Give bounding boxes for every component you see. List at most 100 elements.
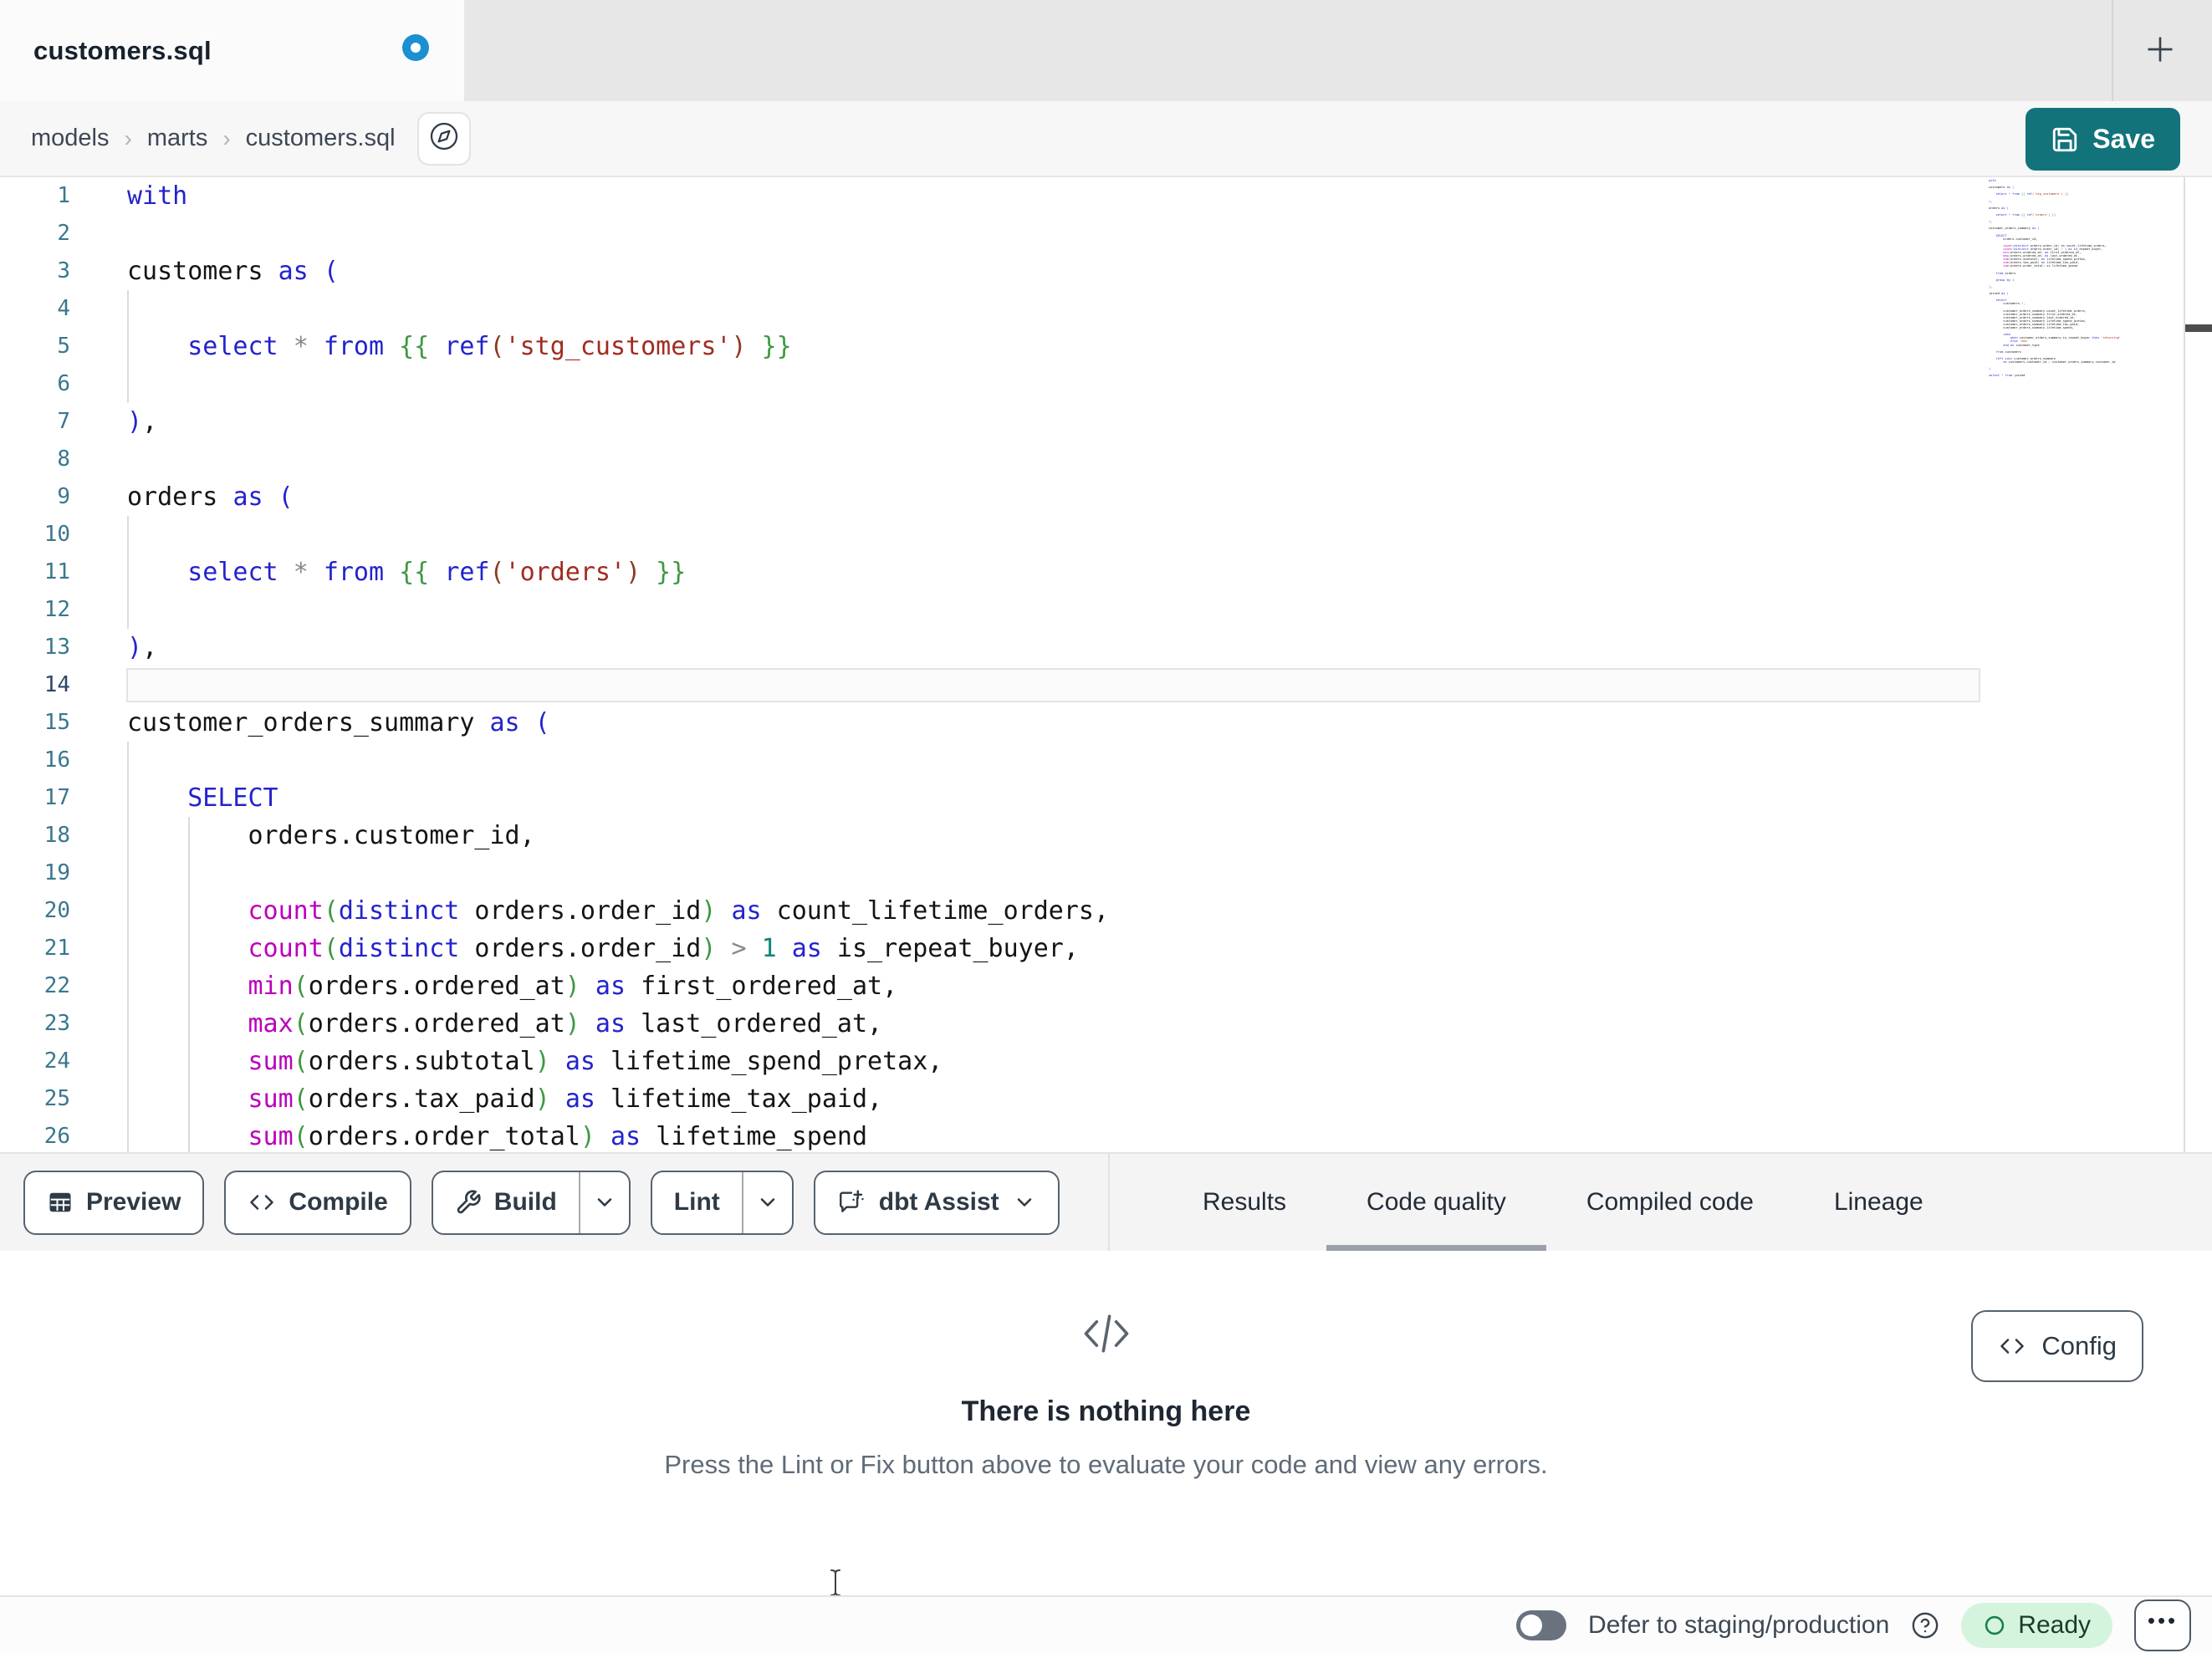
tab-code-quality[interactable]: Code quality — [1326, 1154, 1546, 1251]
line-number: 18 — [43, 823, 70, 848]
code-line-14[interactable]: 14 — [0, 666, 1989, 704]
scrollbar-cursor-marker[interactable] — [2185, 324, 2212, 332]
code-line-17[interactable]: 17 SELECT — [0, 779, 1989, 817]
code-line-content: sum(orders.tax_paid) as lifetime_tax_pai… — [248, 1084, 883, 1114]
compass-icon — [429, 121, 459, 156]
empty-state: There is nothing here Press the Lint or … — [0, 1251, 2212, 1595]
code-line-content: count(distinct orders.order_id) as count… — [248, 896, 1110, 926]
config-button[interactable]: Config — [1971, 1310, 2143, 1382]
code-line-5[interactable]: 5 select * from {{ ref('stg_customers') … — [0, 328, 1989, 365]
code-line-11[interactable]: 11 select * from {{ ref('orders') }} — [0, 554, 1989, 591]
build-button-main[interactable]: Build — [433, 1172, 579, 1233]
code-line-10[interactable]: 10 — [0, 516, 1989, 554]
status-badge-ready: Ready — [1961, 1602, 2112, 1648]
code-line-2[interactable]: 2 — [0, 215, 1989, 253]
line-number: 2 — [57, 221, 70, 246]
breadcrumb-item-file[interactable]: customers.sql — [246, 125, 396, 152]
assist-chat-sparkle-icon — [837, 1188, 866, 1217]
dbt-assist-button-label: dbt Assist — [878, 1188, 999, 1216]
breadcrumb: models › marts › customers.sql Save — [0, 101, 2212, 177]
code-line-content: select * from {{ ref('stg_customers') }} — [187, 332, 792, 361]
code-line-content — [84, 290, 127, 328]
indent-guide — [127, 516, 129, 629]
code-line-4[interactable]: 4 — [0, 290, 1989, 328]
code-line-21[interactable]: 21 count(distinct orders.order_id) > 1 a… — [0, 930, 1989, 967]
tab-results[interactable]: Results — [1162, 1154, 1326, 1251]
code-line-content: orders as ( — [127, 482, 294, 512]
unsaved-changes-dot-icon — [402, 34, 429, 61]
code-line-content — [84, 666, 127, 704]
preview-button-label: Preview — [86, 1188, 181, 1216]
code-line-12[interactable]: 12 — [0, 591, 1989, 629]
tab-title: customers.sql — [33, 35, 212, 65]
code-line-18[interactable]: 18 orders.customer_id, — [0, 817, 1989, 855]
code-line-19[interactable]: 19 — [0, 855, 1989, 892]
code-line-9[interactable]: 9 orders as ( — [0, 478, 1989, 516]
minimap[interactable]: with customers as ( select * from {{ ref(… — [1989, 179, 2181, 377]
code-line-content: ), — [127, 633, 158, 662]
code-line-6[interactable]: 6 — [0, 365, 1989, 403]
line-number: 16 — [43, 747, 70, 773]
code-line-3[interactable]: 3 customers as ( — [0, 253, 1989, 290]
defer-toggle[interactable] — [1516, 1610, 1567, 1640]
line-number: 11 — [43, 559, 70, 584]
editor-tab-bar: customers.sql — [0, 0, 2212, 101]
minimap-border — [2184, 177, 2185, 1152]
code-line-content: max(orders.ordered_at) as last_ordered_a… — [248, 1009, 883, 1038]
code-line-25[interactable]: 25 sum(orders.tax_paid) as lifetime_tax_… — [0, 1080, 1989, 1118]
dbt-assist-button[interactable]: dbt Assist — [813, 1170, 1060, 1235]
button-split-divider — [578, 1171, 580, 1233]
indent-guide — [127, 290, 129, 403]
breadcrumb-item-models[interactable]: models — [31, 125, 110, 152]
code-line-16[interactable]: 16 — [0, 742, 1989, 779]
breadcrumb-separator: › — [124, 125, 132, 151]
ellipsis-icon: ••• — [2147, 1608, 2179, 1633]
compile-button[interactable]: Compile — [224, 1170, 411, 1235]
code-line-content: with — [127, 181, 188, 211]
code-slash-icon — [0, 1308, 2212, 1364]
lint-dropdown-button[interactable] — [743, 1172, 792, 1233]
lint-button-main[interactable]: Lint — [652, 1172, 742, 1233]
code-line-7[interactable]: 7), — [0, 403, 1989, 441]
lint-button: Lint — [650, 1170, 794, 1235]
line-number: 15 — [43, 710, 70, 735]
line-number: 4 — [57, 296, 70, 321]
code-line-24[interactable]: 24 sum(orders.subtotal) as lifetime_spen… — [0, 1043, 1989, 1080]
code-editor[interactable]: 1 with 2 3 customers as ( 4 5 select * from {{… — [0, 177, 2212, 1152]
code-line-23[interactable]: 23 max(orders.ordered_at) as last_ordere… — [0, 1005, 1989, 1043]
code-line-content — [84, 742, 127, 779]
preview-button[interactable]: Preview — [23, 1170, 205, 1235]
tab-compiled-code[interactable]: Compiled code — [1546, 1154, 1794, 1251]
code-line-content: sum(orders.order_total) as lifetime_spen… — [248, 1122, 868, 1151]
code-line-content: min(orders.ordered_at) as first_ordered_… — [248, 972, 898, 1001]
code-line-26[interactable]: 26 sum(orders.order_total) as lifetime_s… — [0, 1118, 1989, 1152]
save-button[interactable]: Save — [2026, 108, 2180, 171]
code-line-22[interactable]: 22 min(orders.ordered_at) as first_order… — [0, 967, 1989, 1005]
toolbar-tabs-divider — [1108, 1154, 1110, 1251]
code-line-15[interactable]: 15 customer_orders_summary as ( — [0, 704, 1989, 742]
line-number: 1 — [57, 183, 70, 208]
overflow-menu-button[interactable]: ••• — [2134, 1599, 2191, 1651]
line-number: 5 — [57, 334, 70, 359]
tab-customers-sql[interactable]: customers.sql — [0, 0, 464, 101]
line-number: 13 — [43, 635, 70, 660]
new-tab-button[interactable] — [2131, 22, 2189, 80]
result-tabs: Results Code quality Compiled code Lineage — [1162, 1154, 1964, 1251]
ready-label: Ready — [2018, 1610, 2091, 1639]
empty-state-title: There is nothing here — [961, 1395, 1251, 1427]
breadcrumb-separator: › — [222, 125, 231, 151]
line-number: 20 — [43, 898, 70, 923]
help-circle-icon[interactable] — [1911, 1611, 1939, 1640]
lineage-compass-button[interactable] — [416, 111, 471, 166]
defer-label: Defer to staging/production — [1588, 1610, 1890, 1639]
table-preview-icon — [47, 1190, 74, 1215]
code-line-1[interactable]: 1 with — [0, 177, 1989, 215]
build-dropdown-button[interactable] — [580, 1172, 629, 1233]
code-line-8[interactable]: 8 — [0, 441, 1989, 478]
code-line-20[interactable]: 20 count(distinct orders.order_id) as co… — [0, 892, 1989, 930]
button-split-divider — [741, 1171, 743, 1233]
tab-lineage[interactable]: Lineage — [1794, 1154, 1964, 1251]
breadcrumb-item-marts[interactable]: marts — [147, 125, 208, 152]
code-line-13[interactable]: 13), — [0, 629, 1989, 666]
status-bar: Defer to staging/production Ready ••• — [0, 1595, 2212, 1653]
